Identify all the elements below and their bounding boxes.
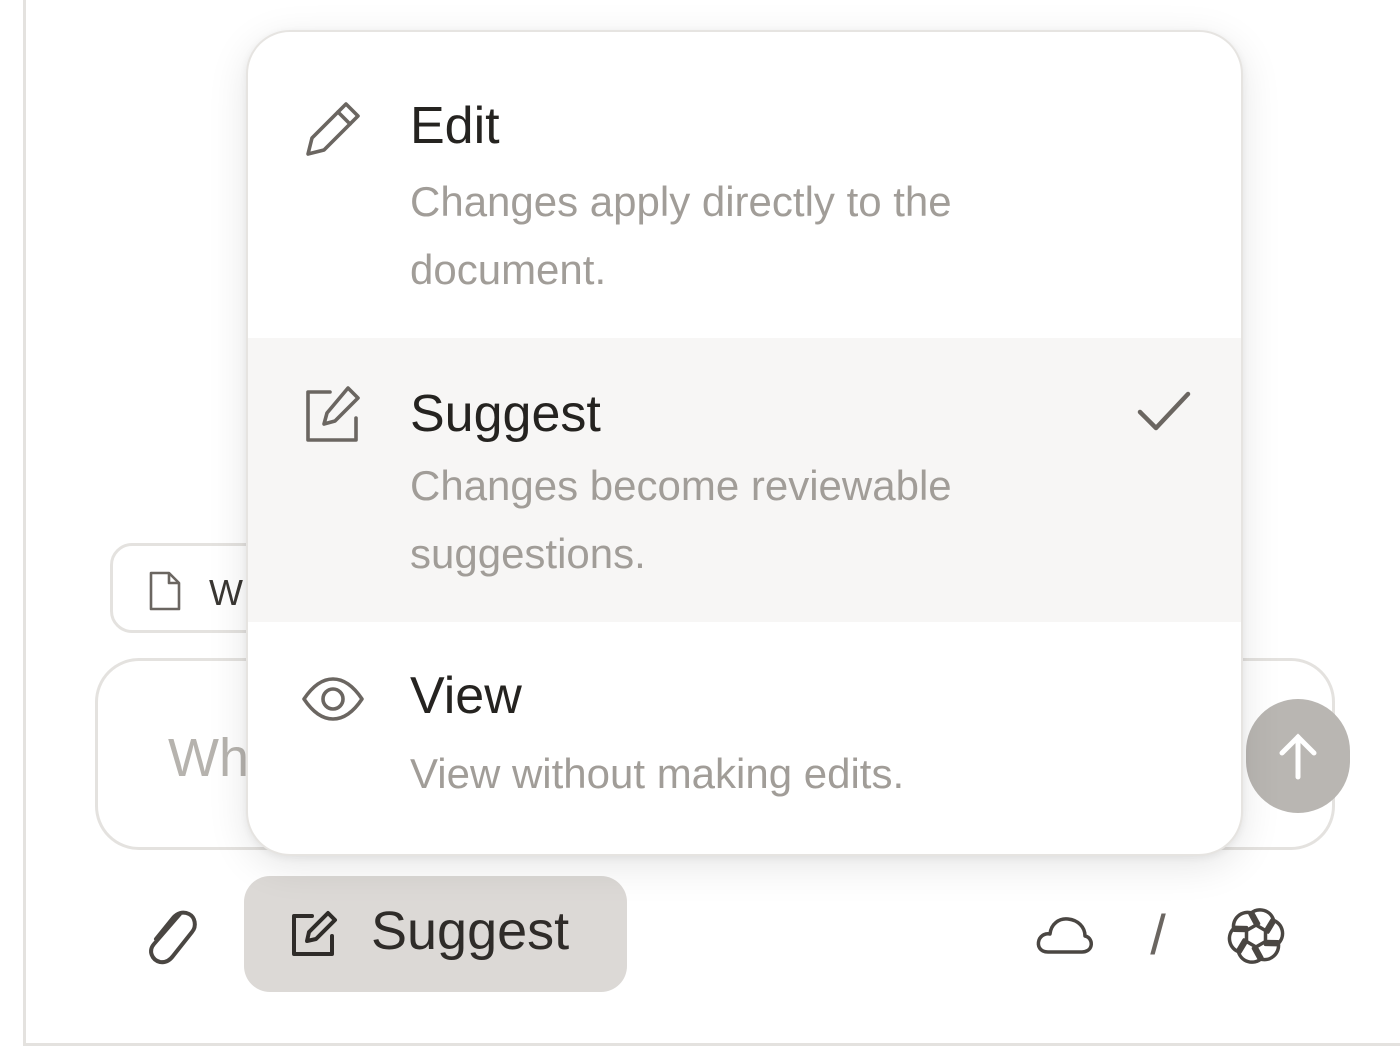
check-icon xyxy=(1137,391,1191,431)
edit-square-icon xyxy=(292,911,337,956)
message-input-placeholder: Wh xyxy=(168,728,249,788)
edit-square-icon xyxy=(306,386,360,442)
menu-item-description: View without making edits. xyxy=(410,750,905,797)
arrow-up-icon xyxy=(1279,733,1317,780)
menu-item-title: Edit xyxy=(410,97,500,155)
menu-item-suggest[interactable]: Suggest Changes become reviewable sugges… xyxy=(248,338,1241,622)
openai-model-icon[interactable] xyxy=(1222,902,1290,970)
paperclip-icon[interactable] xyxy=(140,900,200,970)
menu-item-description: Changes become reviewable suggestions. xyxy=(410,462,952,577)
attached-file-name: W xyxy=(209,572,243,613)
menu-item-title: View xyxy=(410,667,522,725)
cloud-icon[interactable] xyxy=(1034,910,1094,960)
mode-selector-button[interactable]: Suggest xyxy=(244,876,627,992)
app-canvas: W Wh Suggest / Edit Changes apply direct… xyxy=(0,0,1400,1050)
mode-selector-label: Suggest xyxy=(371,901,570,961)
menu-item-edit[interactable]: Edit Changes apply directly to the docum… xyxy=(248,32,1241,338)
menu-item-title: Suggest xyxy=(410,385,601,443)
pencil-icon xyxy=(306,102,360,156)
panel-border-left xyxy=(23,0,26,1046)
menu-item-description: Changes apply directly to the document. xyxy=(410,178,952,293)
eye-icon xyxy=(302,677,364,721)
menu-item-view[interactable]: View View without making edits. xyxy=(248,622,1241,854)
mode-menu: Edit Changes apply directly to the docum… xyxy=(246,30,1243,856)
panel-border-bottom xyxy=(23,1043,1400,1046)
document-icon xyxy=(149,571,181,611)
toolbar-divider: / xyxy=(1150,903,1166,966)
send-button[interactable] xyxy=(1246,699,1350,813)
